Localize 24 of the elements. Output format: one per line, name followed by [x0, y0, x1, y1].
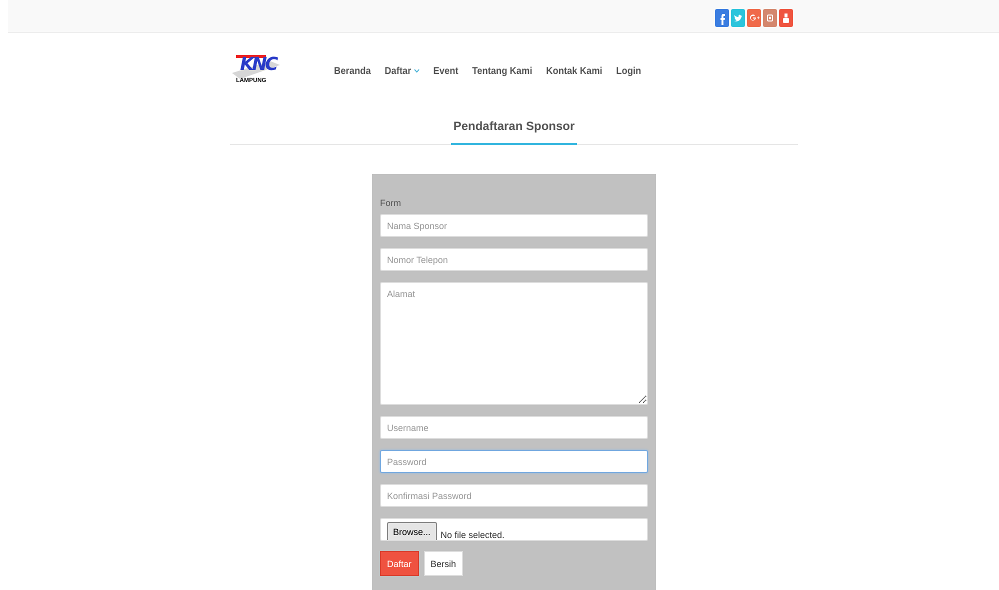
file-status: No file selected.: [440, 530, 505, 540]
password-field[interactable]: Password: [380, 450, 648, 473]
input-field[interactable]: Nama Sponsor: [380, 214, 648, 237]
nav-link[interactable]: Login: [616, 66, 642, 76]
page-title: Pendaftaran Sponsor: [451, 115, 577, 145]
nav-link[interactable]: Event: [433, 66, 458, 76]
form-legend: Form: [380, 198, 648, 208]
nav-link[interactable]: Beranda: [334, 66, 371, 76]
social-icon[interactable]: [763, 9, 777, 27]
nav-link[interactable]: Tentang Kami: [472, 66, 532, 76]
social-icon[interactable]: [779, 9, 793, 27]
textarea-field[interactable]: Alamat: [380, 282, 648, 405]
reset-button[interactable]: Bersih: [424, 551, 464, 576]
caret-icon: [414, 69, 420, 73]
social-icon[interactable]: [747, 9, 761, 27]
social-icon[interactable]: [715, 9, 729, 27]
phone-field[interactable]: Nomor Telepon: [380, 248, 648, 271]
file-field[interactable]: Browse... No file selected.: [380, 518, 648, 541]
browse-button[interactable]: Browse...: [387, 522, 437, 540]
input-field[interactable]: Username: [380, 416, 648, 439]
nav-link[interactable]: Kontak Kami: [546, 66, 602, 76]
submit-button[interactable]: Daftar: [380, 551, 419, 576]
social-icon[interactable]: [731, 9, 745, 27]
nav-link[interactable]: Daftar: [384, 66, 420, 76]
